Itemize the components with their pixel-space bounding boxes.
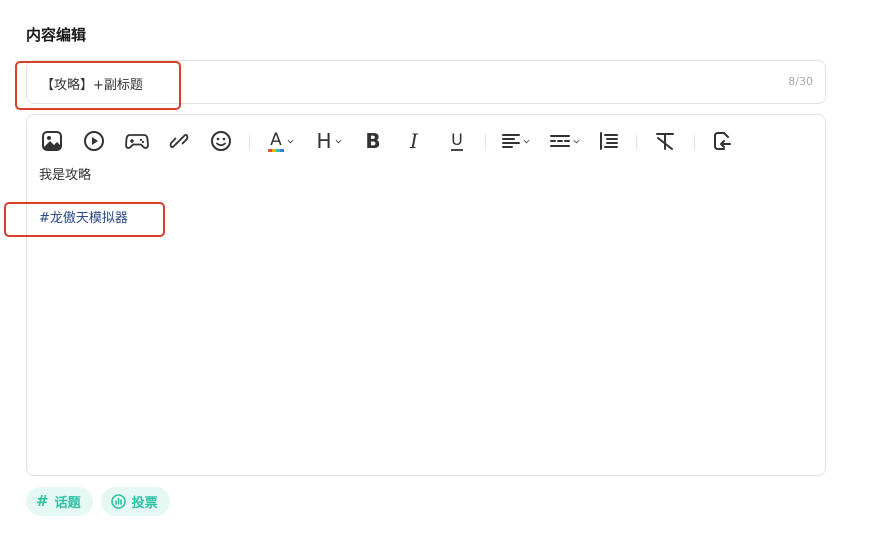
chevron-down-icon xyxy=(573,139,580,144)
vote-icon xyxy=(110,494,126,509)
insert-game-button[interactable] xyxy=(125,128,149,154)
redo-button[interactable] xyxy=(711,128,733,154)
bold-button[interactable]: B xyxy=(364,128,382,154)
heading-button[interactable]: H xyxy=(315,128,342,154)
heading-icon: H xyxy=(316,130,331,152)
chevron-down-icon xyxy=(287,139,294,144)
italic-icon: I xyxy=(409,130,419,152)
editor-content[interactable]: 我是攻略 #龙傲天模拟器 xyxy=(39,165,128,230)
underline-button[interactable]: U xyxy=(448,128,466,154)
font-color-button[interactable]: A xyxy=(267,128,294,154)
font-color-icon: A xyxy=(268,130,284,152)
insert-link-button[interactable] xyxy=(168,128,190,154)
svg-text:I: I xyxy=(409,130,419,152)
clear-format-icon xyxy=(656,133,674,150)
game-icon xyxy=(125,134,149,149)
editor-empty-line xyxy=(39,187,128,208)
list-icon xyxy=(550,135,570,147)
svg-text:B: B xyxy=(365,130,380,152)
italic-button[interactable]: I xyxy=(405,128,423,154)
vote-button[interactable]: 投票 xyxy=(100,487,170,516)
insert-emoji-button[interactable] xyxy=(210,128,232,154)
clear-format-button[interactable] xyxy=(654,128,676,154)
topic-button[interactable]: # 话题 xyxy=(26,487,93,516)
svg-text:H: H xyxy=(316,130,331,152)
line-height-icon xyxy=(600,132,618,150)
list-button[interactable] xyxy=(549,128,580,154)
insert-video-button[interactable] xyxy=(83,128,105,154)
line-height-button[interactable] xyxy=(598,128,620,154)
insert-image-button[interactable] xyxy=(41,128,63,154)
align-button[interactable] xyxy=(501,128,530,154)
rich-text-editor[interactable]: A H B I U 我是攻略 #龙傲天模拟器 xyxy=(26,114,826,476)
redo-icon xyxy=(714,132,731,150)
title-char-counter: 8/30 xyxy=(788,75,813,88)
topic-label: 话题 xyxy=(54,496,81,511)
title-input[interactable]: 【攻略】+副标题 8/30 xyxy=(26,60,826,104)
vote-label: 投票 xyxy=(131,496,158,511)
svg-text:U: U xyxy=(451,130,463,149)
editor-line: 我是攻略 xyxy=(39,168,92,183)
svg-text:A: A xyxy=(270,130,282,150)
chevron-down-icon xyxy=(523,139,530,144)
underline-icon: U xyxy=(451,130,463,151)
editor-chips: # 话题 投票 xyxy=(26,487,170,516)
hashtag-icon: # xyxy=(36,492,49,510)
chevron-down-icon xyxy=(335,139,342,144)
title-input-value: 【攻略】+副标题 xyxy=(41,78,143,93)
editor-hashtag[interactable]: #龙傲天模拟器 xyxy=(39,208,128,230)
align-icon xyxy=(502,134,520,148)
section-title: 内容编辑 xyxy=(26,26,87,44)
emoji-icon xyxy=(211,131,231,151)
bold-icon: B xyxy=(365,130,380,152)
image-icon xyxy=(42,131,62,151)
video-icon xyxy=(84,131,104,151)
link-icon xyxy=(169,133,189,149)
editor-toolbar: A H B I U xyxy=(27,125,825,155)
